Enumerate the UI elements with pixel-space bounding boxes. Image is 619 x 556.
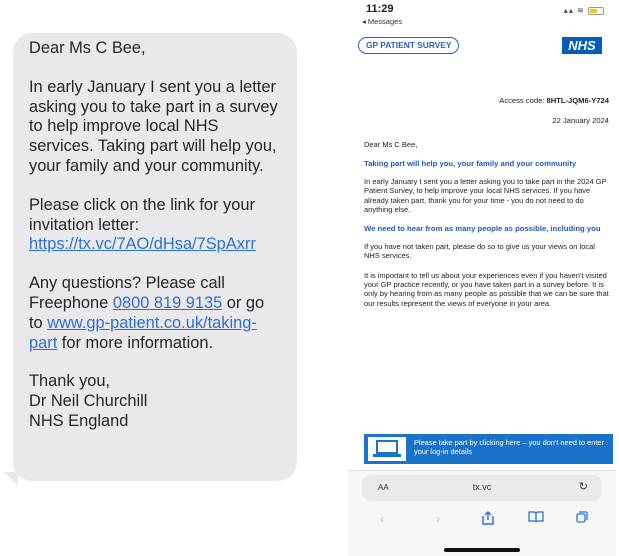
gp-patient-survey-logo: GP PATIENT SURVEY — [358, 37, 460, 54]
tabs-icon[interactable] — [576, 511, 588, 526]
letter-heading-1: Taking part will help you, your family a… — [364, 159, 577, 169]
signoff-line: Dr Neil Churchill — [29, 392, 148, 411]
sms-paragraph-3: Any questions? Please call Freephone 080… — [29, 274, 281, 353]
browser-nav-row: ‹ › — [348, 509, 616, 531]
take-part-banner[interactable]: Please take part by clicking here – you … — [364, 434, 613, 464]
access-code-label: Access code: — [499, 96, 547, 105]
signoff-line: NHS England — [29, 411, 129, 430]
nhs-logo: NHS — [562, 37, 602, 54]
back-to-messages-link[interactable]: ◂ Messages — [362, 17, 402, 26]
url-text[interactable]: tx.vc — [362, 482, 602, 492]
home-indicator — [444, 548, 520, 552]
sms-more-info-text: for more information. — [57, 333, 214, 352]
letter-greeting: Dear Ms C Bee, — [364, 140, 418, 149]
status-time: 11:29 — [366, 3, 394, 15]
safari-toolbar: AA tx.vc ↻ ‹ › — [348, 470, 616, 556]
reload-icon[interactable]: ↻ — [579, 480, 588, 493]
address-bar[interactable]: AA tx.vc ↻ — [362, 475, 602, 501]
forward-chevron-icon[interactable]: › — [436, 511, 440, 526]
letter-paragraph-2: If you have not taken part, please do so… — [364, 241, 595, 261]
sms-paragraph-1: In early January I sent you a letter ask… — [29, 77, 278, 175]
letter-paragraph-1: In early January I sent you a letter ask… — [364, 176, 607, 215]
invitation-link[interactable]: https://tx.vc/7AO/dHsa/7SpAxrr — [29, 235, 256, 253]
take-part-banner-text[interactable]: Please take part by clicking here – you … — [414, 438, 609, 456]
sms-paragraph-2: Please click on the link for your invita… — [29, 196, 281, 255]
sms-signoff: Thank you, Dr Neil Churchill NHS England — [29, 372, 281, 431]
signoff-line: Thank you, — [29, 372, 111, 391]
sms-greeting: Dear Ms C Bee, — [29, 39, 146, 57]
battery-icon — [588, 6, 604, 15]
share-icon[interactable] — [482, 511, 494, 528]
laptop-icon — [368, 437, 406, 461]
letter-heading-2: We need to hear from as many people as p… — [364, 224, 601, 234]
letter-date: 22 January 2024 — [552, 116, 609, 125]
access-code-value: 8HTL-JQM6-Y724 — [546, 96, 609, 105]
phone-screenshot: 11:29 ◂ Messages ▴▴ ≋ GP PATIENT SURVEY … — [348, 0, 616, 556]
letter-paragraph-3: It is important to tell us about your ex… — [364, 270, 609, 308]
bookmarks-icon[interactable] — [528, 511, 544, 526]
status-bar: 11:29 ◂ Messages ▴▴ ≋ — [348, 0, 616, 40]
sms-invitation-text: Please click on the link for your invita… — [29, 195, 255, 234]
signal-wifi-icon: ▴▴ ≋ — [563, 6, 585, 15]
freephone-link[interactable]: 0800 819 9135 — [113, 294, 222, 312]
access-code: Access code: 8HTL-JQM6-Y724 — [499, 96, 609, 105]
sms-bubble-tail — [4, 472, 18, 486]
back-chevron-icon[interactable]: ‹ — [380, 511, 384, 526]
letter-body: Dear Ms C Bee, Taking part will help you… — [364, 140, 610, 318]
sms-message-bubble: Dear Ms C Bee, In early January I sent y… — [13, 33, 297, 481]
status-icons: ▴▴ ≋ — [564, 6, 604, 15]
